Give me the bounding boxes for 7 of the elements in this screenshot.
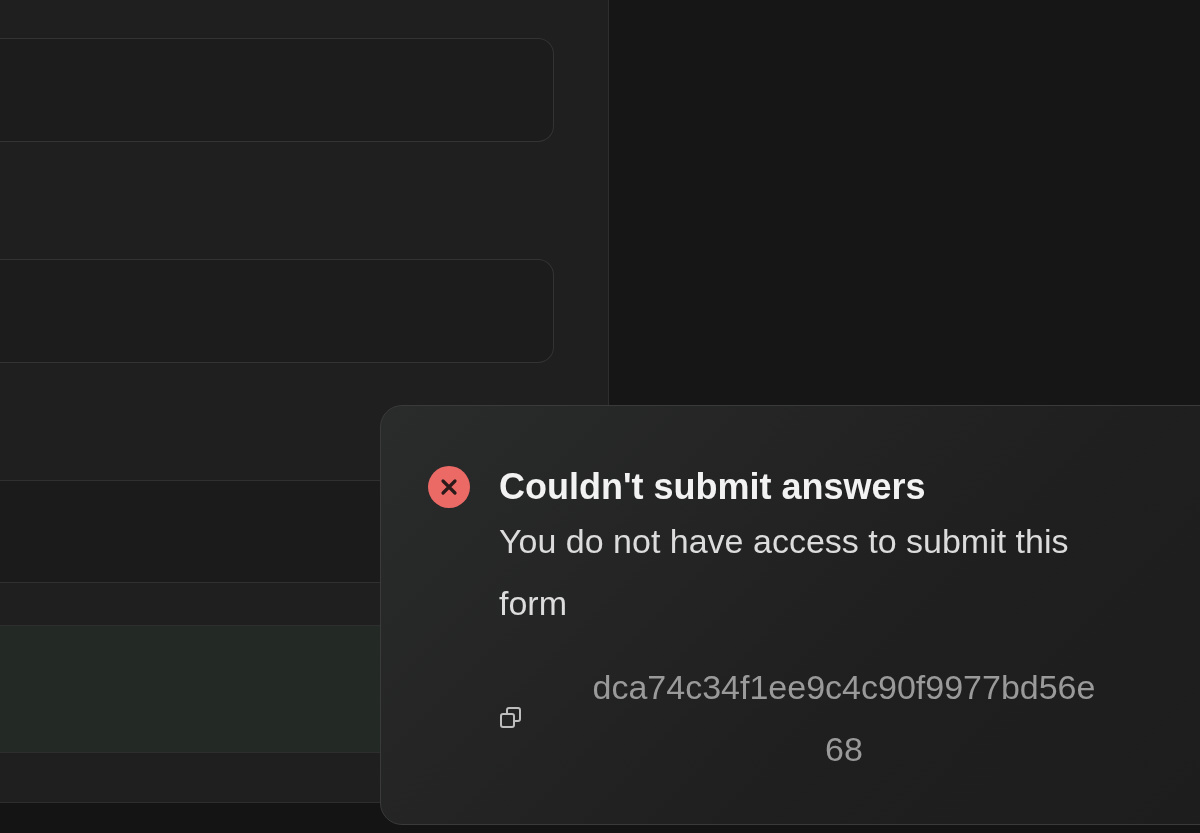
error-icon (428, 466, 470, 508)
request-id: dca74c34f1ee9c4c90f9977bd56e 68 (591, 667, 1097, 770)
toast-message: You do not have access to submit this form (499, 521, 1070, 624)
input-field[interactable] (0, 38, 554, 142)
input-field[interactable] (0, 259, 554, 363)
toast-title: Couldn't submit answers (499, 466, 927, 508)
copy-icon[interactable] (499, 706, 523, 730)
